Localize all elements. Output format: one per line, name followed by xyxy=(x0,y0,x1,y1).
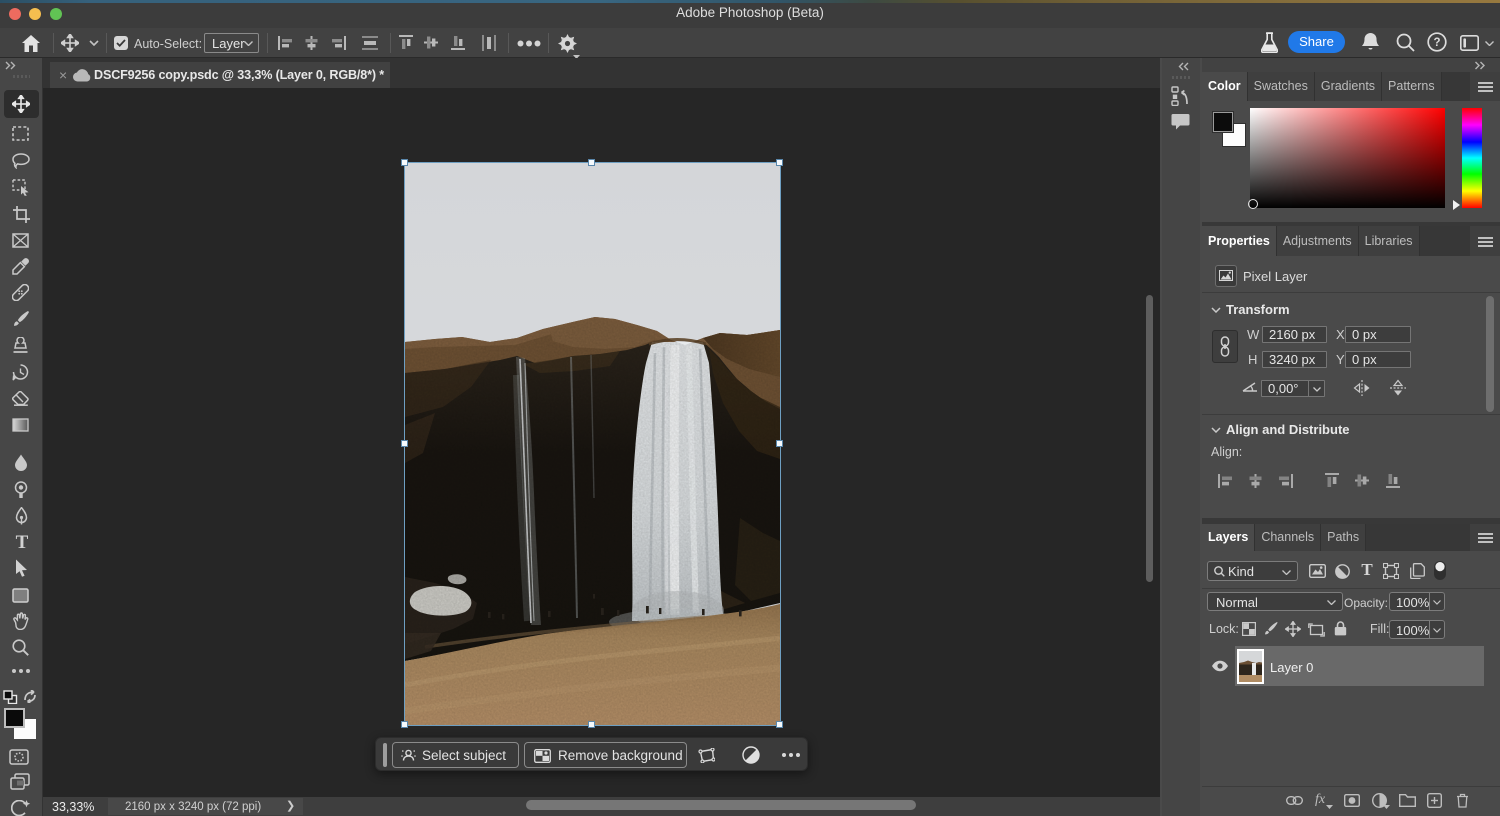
svg-text:?: ? xyxy=(1433,37,1440,49)
